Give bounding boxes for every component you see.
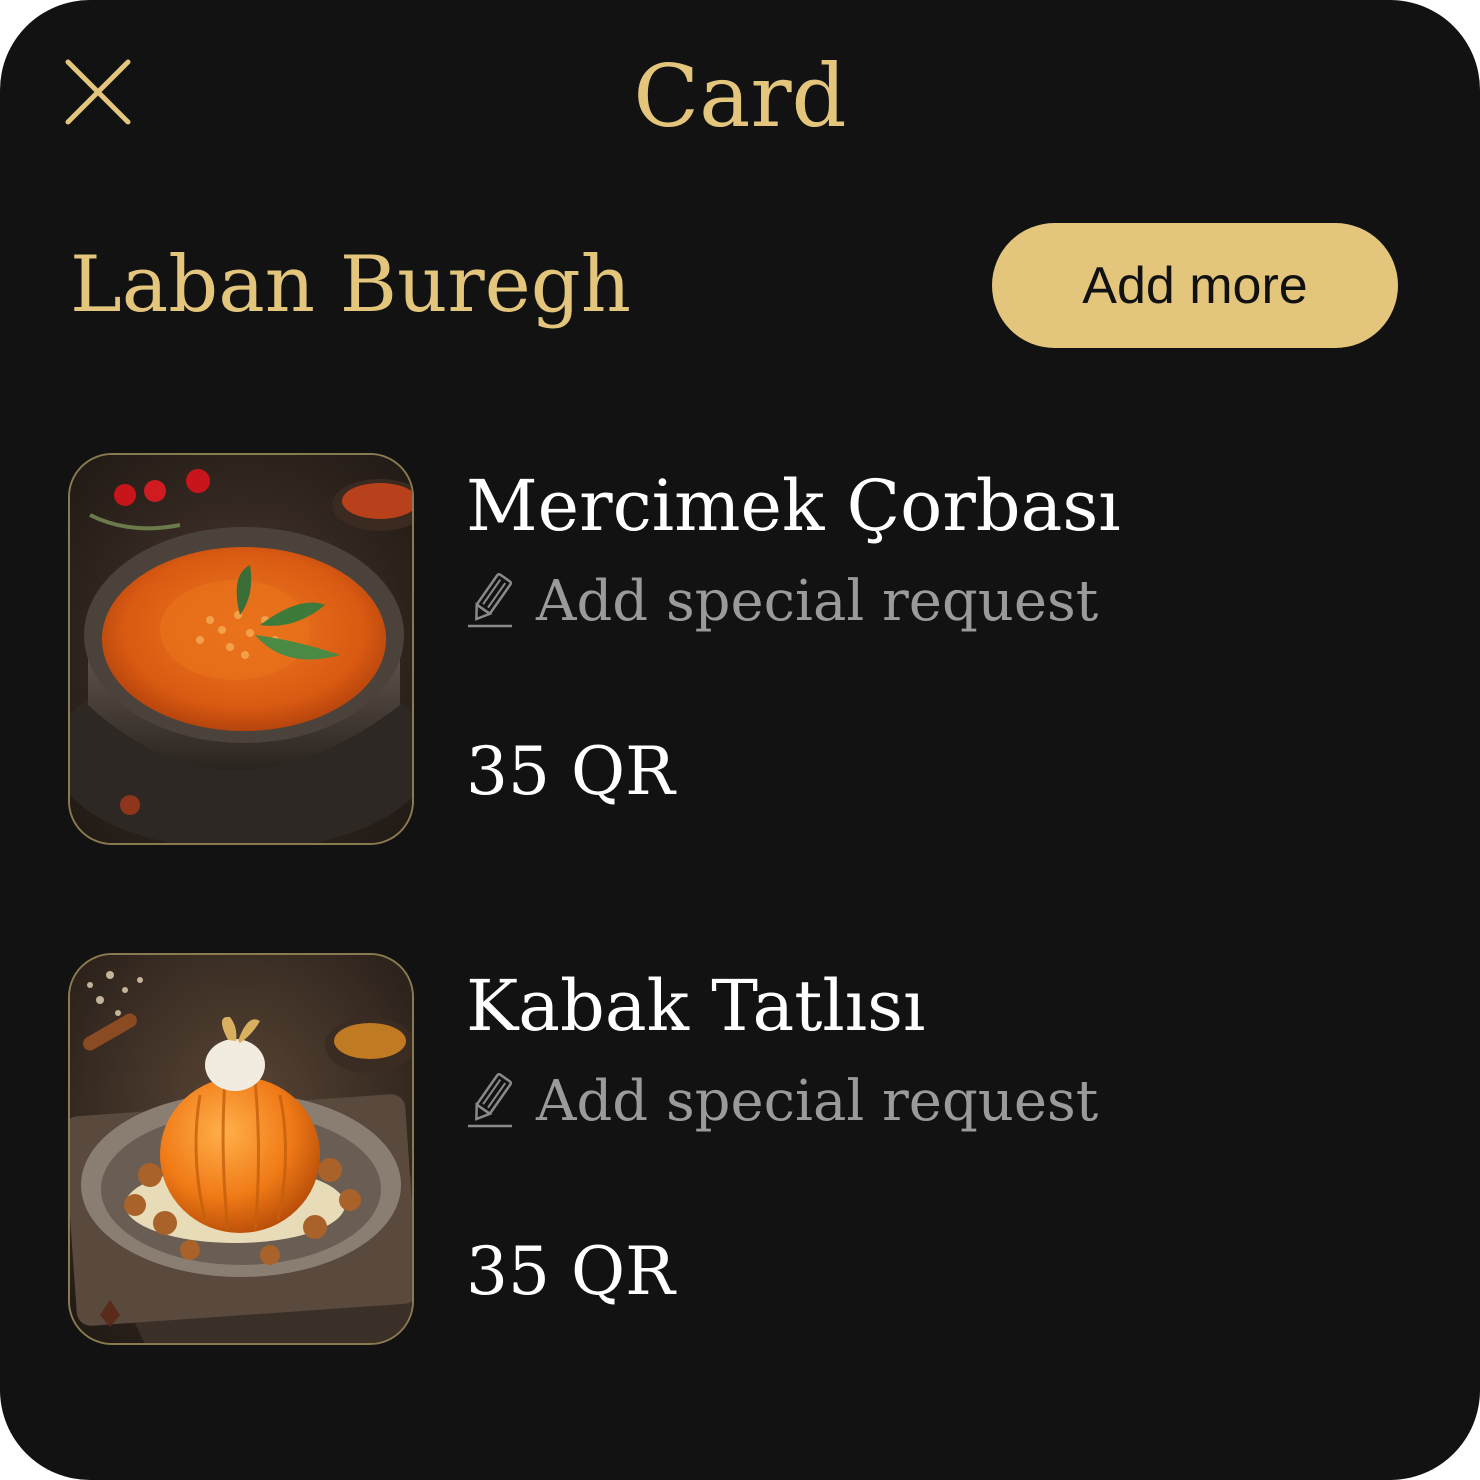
cart-item: Kabak Tatlısı Add special request 35 QR: [68, 953, 1408, 1347]
item-name: Kabak Tatlısı: [466, 965, 926, 1047]
item-image-soup: [68, 453, 414, 845]
page-title: Card: [633, 47, 847, 147]
special-request-link[interactable]: Add special request: [464, 561, 1098, 641]
item-price: 35 QR: [466, 1233, 675, 1310]
cart-item: Mercimek Çorbası Add special request 35 …: [68, 453, 1408, 847]
special-request-label: Add special request: [536, 1068, 1099, 1134]
cart-screen: Card Laban Buregh Add more Mercimek Çorb…: [0, 0, 1480, 1480]
special-request-label: Add special request: [536, 568, 1099, 634]
item-price: 35 QR: [466, 733, 675, 810]
item-image-dessert: [68, 953, 414, 1345]
pencil-icon: [468, 1073, 513, 1128]
special-request-link[interactable]: Add special request: [464, 1061, 1098, 1141]
add-more-button[interactable]: Add more: [992, 223, 1398, 348]
pencil-icon: [468, 573, 513, 628]
item-name: Mercimek Çorbası: [466, 465, 1121, 547]
restaurant-name: Laban Buregh: [70, 240, 631, 330]
